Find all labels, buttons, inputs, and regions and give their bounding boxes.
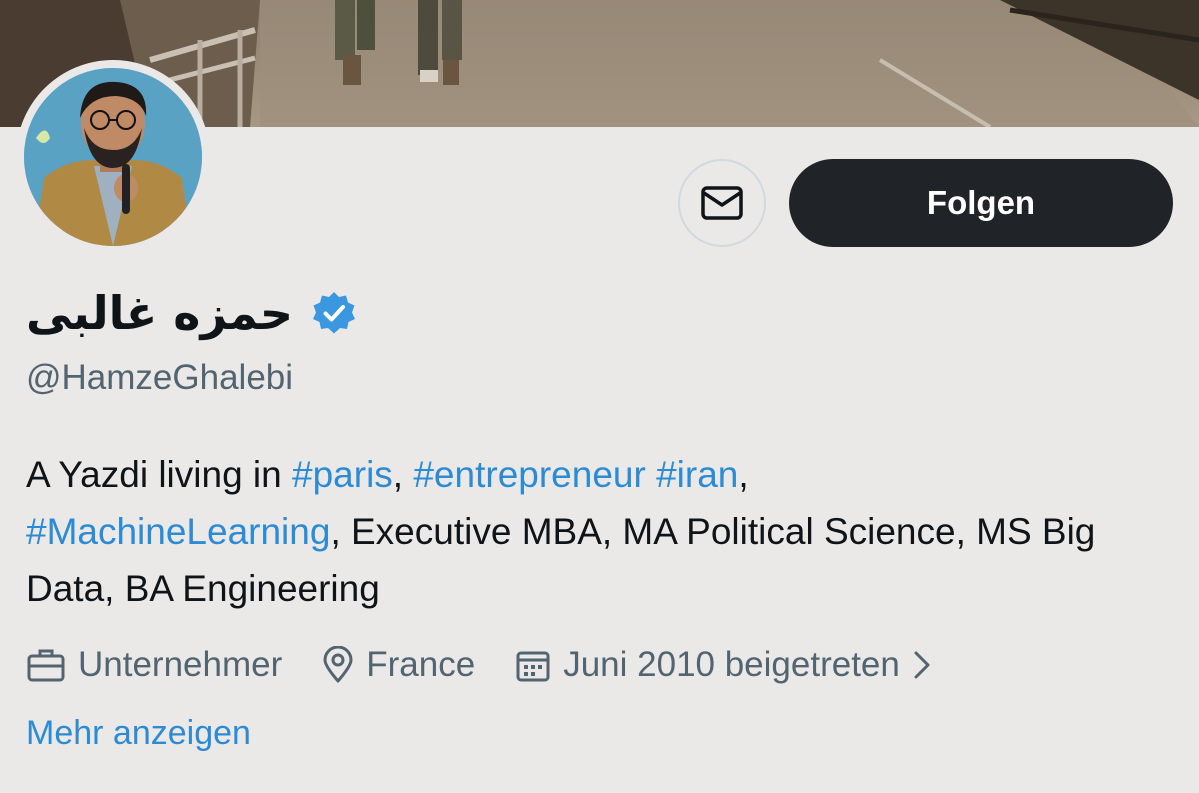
display-name: حمزه غالبی: [26, 286, 294, 340]
bio-text: ,: [738, 454, 749, 495]
calendar-icon: [516, 651, 550, 682]
bio-text: ,: [392, 454, 414, 495]
join-date-text: Juni 2010 beigetreten: [563, 645, 900, 684]
chevron-right-icon: [914, 651, 930, 679]
bio-text: [646, 454, 656, 495]
hashtag-link[interactable]: #MachineLearning: [26, 511, 330, 552]
briefcase-icon: [27, 649, 65, 682]
name-row: حمزه غالبی: [26, 280, 357, 346]
hashtag-link[interactable]: #iran: [656, 454, 738, 495]
location: France: [322, 645, 475, 685]
occupation: Unternehmer: [26, 645, 282, 685]
avatar-image: [24, 68, 202, 246]
hashtag-link[interactable]: #paris: [292, 454, 393, 495]
user-handle: @HamzeGhalebi: [26, 358, 294, 397]
avatar[interactable]: [16, 60, 210, 254]
follow-button[interactable]: Folgen: [789, 159, 1173, 247]
occupation-text: Unternehmer: [78, 645, 283, 684]
profile-page: Folgen حمزه غالبی @HamzeGhalebi A Yazdi …: [0, 0, 1199, 793]
location-text: France: [366, 645, 476, 684]
profile-meta: Unternehmer France Juni 2010 beigetreten: [26, 640, 944, 690]
profile-bio: A Yazdi living in #paris, #entrepreneur …: [26, 446, 1176, 617]
envelope-icon: [701, 186, 743, 220]
show-more-link[interactable]: Mehr anzeigen: [26, 714, 251, 753]
verified-badge-icon[interactable]: [311, 290, 357, 336]
hashtag-link[interactable]: #entrepreneur: [413, 454, 645, 495]
message-button[interactable]: [678, 159, 766, 247]
join-date[interactable]: Juni 2010 beigetreten: [515, 645, 944, 685]
bio-text: A Yazdi living in: [26, 454, 293, 495]
location-pin-icon: [323, 646, 353, 683]
